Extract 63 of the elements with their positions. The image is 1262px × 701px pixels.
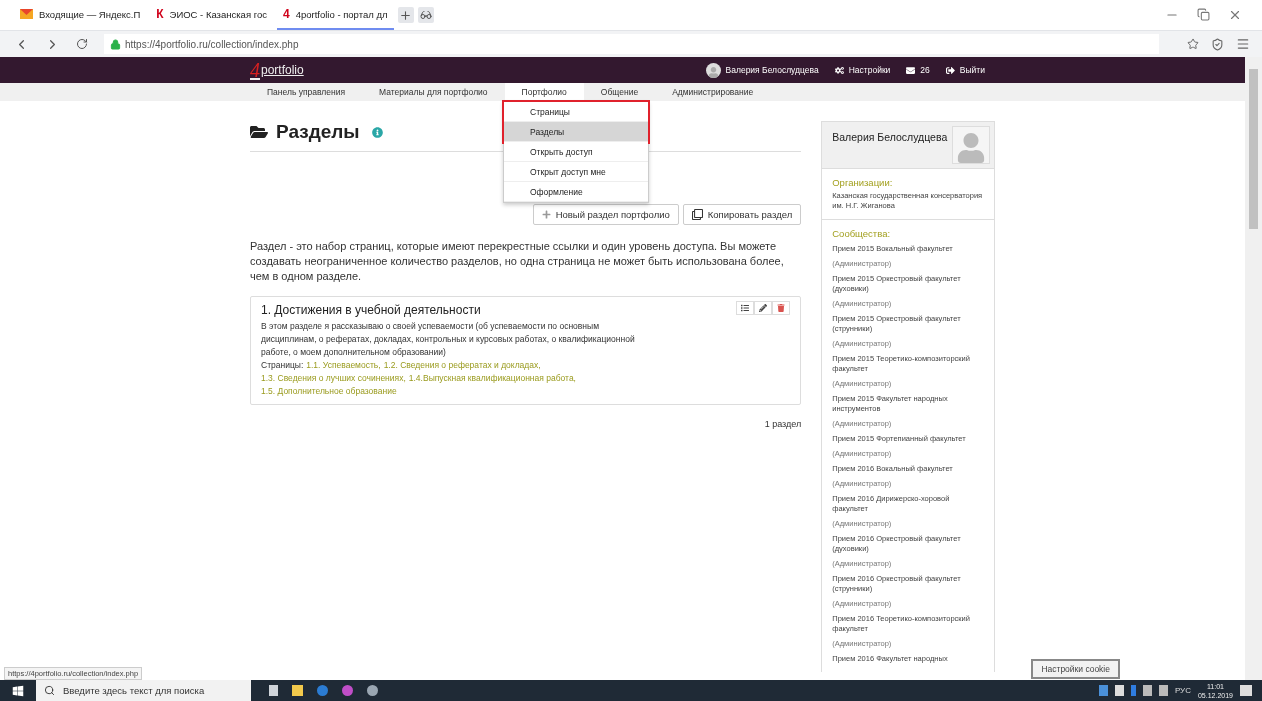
incognito-button[interactable] bbox=[417, 7, 434, 23]
pages-label: Страницы: bbox=[261, 359, 304, 372]
close-icon[interactable] bbox=[1228, 8, 1242, 22]
section-description: В этом разделе я рассказываю о своей успеваемости (об успеваемости по основным дисциплинам, о рефератах, докладах, контрольных и курсовых работах, о квалификационной работе, о моем дополнительном образовании) bbox=[261, 320, 636, 359]
mail-icon bbox=[20, 9, 33, 19]
description-text: Раздел - это набор страниц, которые имеют перекрестные ссылки и один уровень доступа. Вы можете создавать неограниченное количество разделов, но одна страница не может быть использована более, чем в одном разделе. bbox=[250, 239, 785, 284]
logout-icon bbox=[945, 65, 955, 75]
site-icon: 4 bbox=[283, 7, 290, 21]
scroll-thumb[interactable] bbox=[1249, 69, 1258, 229]
copy-icon bbox=[691, 209, 703, 220]
nav-item[interactable]: Администрирование bbox=[655, 83, 771, 101]
language-indicator[interactable]: РУС bbox=[1174, 686, 1191, 695]
avatar-icon bbox=[705, 62, 721, 78]
communities-label: Сообщества: bbox=[832, 228, 892, 239]
address-field[interactable]: https://4portfolio.ru/collection/index.php bbox=[104, 34, 1159, 54]
search-icon bbox=[44, 685, 55, 696]
page-title: Разделы bbox=[276, 121, 360, 143]
envelope-icon bbox=[906, 65, 916, 75]
copy-section-button[interactable]: Копировать раздел bbox=[682, 204, 802, 225]
profile-name: Валерия Белослудцева bbox=[832, 130, 948, 145]
nav-item[interactable]: Портфолио bbox=[504, 83, 584, 101]
gears-icon bbox=[834, 65, 844, 75]
restore-icon[interactable] bbox=[1197, 8, 1210, 21]
trash-icon bbox=[777, 304, 786, 312]
nav-item[interactable]: Общение bbox=[583, 83, 656, 101]
browser-tab[interactable]: Входящие — Яндекс.П bbox=[14, 0, 147, 30]
reload-icon[interactable] bbox=[76, 38, 88, 50]
pencil-icon bbox=[759, 304, 768, 312]
new-section-button[interactable]: Новый раздел портфолио bbox=[532, 204, 679, 225]
list-icon bbox=[741, 304, 750, 312]
user-link[interactable]: Валерия Белослудцева bbox=[705, 62, 819, 78]
site-icon: К bbox=[156, 7, 164, 21]
logout-link[interactable]: Выйти bbox=[945, 65, 985, 75]
section-title: 1. Достижения в учебной деятельности bbox=[261, 303, 481, 317]
organizations-label: Организации: bbox=[832, 177, 894, 188]
nav-item[interactable]: Панель управления bbox=[250, 83, 363, 101]
menu-item[interactable]: Оформление bbox=[504, 182, 648, 202]
plus-icon bbox=[541, 210, 551, 219]
list-button[interactable] bbox=[736, 301, 755, 315]
site-logo[interactable]: 4portfolio bbox=[250, 58, 304, 82]
lock-icon bbox=[110, 38, 121, 50]
edit-button[interactable] bbox=[754, 301, 773, 315]
section-count: 1 раздел bbox=[763, 419, 802, 429]
menu-icon[interactable] bbox=[1236, 37, 1250, 51]
plus-icon bbox=[399, 8, 412, 22]
windows-icon bbox=[12, 684, 24, 697]
menu-item[interactable]: Открыт доступ мне bbox=[504, 162, 648, 182]
shield-icon[interactable] bbox=[1211, 37, 1224, 51]
taskbar-search-field[interactable]: Введите здесь текст для поиска bbox=[36, 680, 251, 701]
glasses-icon bbox=[419, 9, 432, 21]
messages-link[interactable]: 26 bbox=[906, 65, 930, 75]
new-tab-button[interactable] bbox=[397, 7, 414, 23]
bookmark-icon[interactable] bbox=[1187, 38, 1199, 50]
menu-item[interactable]: Страницы bbox=[504, 102, 648, 122]
info-icon[interactable] bbox=[371, 126, 383, 138]
cookie-settings-button[interactable]: Настройки cookie bbox=[1031, 659, 1120, 679]
nav-item[interactable]: Материалы для портфолио bbox=[362, 83, 505, 101]
avatar-icon bbox=[952, 126, 990, 164]
menu-item[interactable]: Открыть доступ bbox=[504, 142, 648, 162]
menu-item[interactable]: Разделы bbox=[504, 122, 648, 142]
settings-link[interactable]: Настройки bbox=[834, 65, 891, 75]
delete-button[interactable] bbox=[772, 301, 791, 315]
browser-tab[interactable]: К ЭИОС - Казанская гос bbox=[150, 0, 273, 30]
